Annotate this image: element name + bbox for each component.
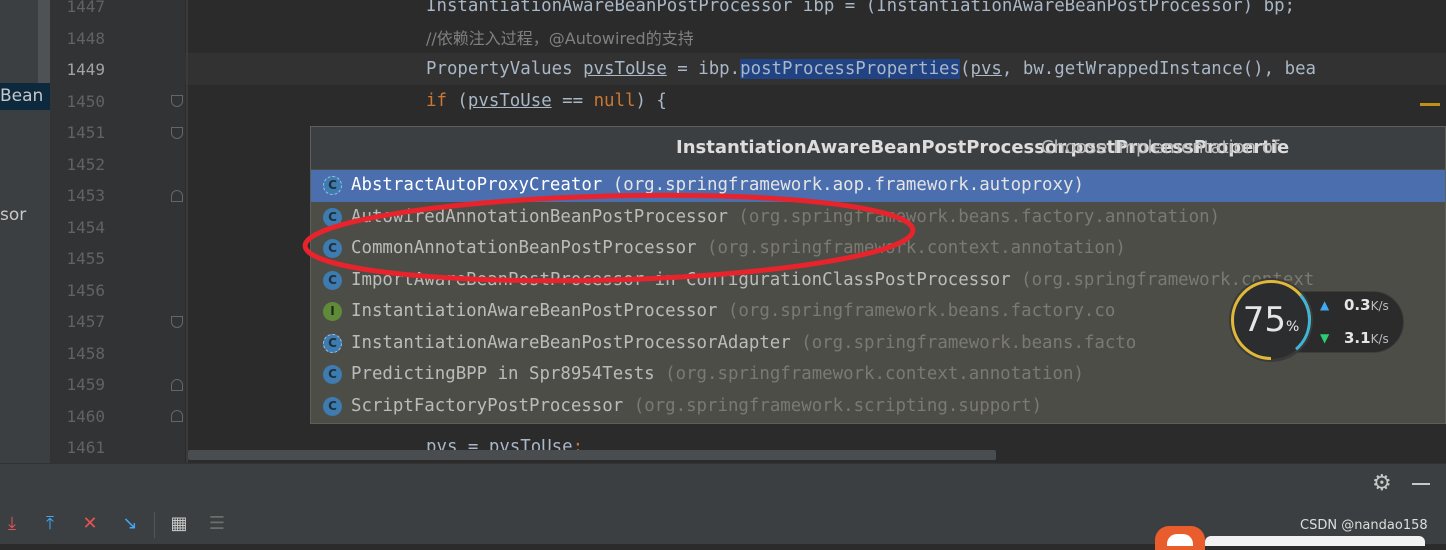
download-speed: 3.1K/s	[1344, 329, 1389, 347]
remove-breakpoint-icon[interactable]: ✕	[78, 512, 102, 536]
annotation-ellipse	[302, 192, 916, 284]
warning-marker[interactable]	[1420, 103, 1440, 106]
line-number-current: 1449	[66, 60, 105, 79]
upload-speed-value: 0.3	[1344, 296, 1371, 314]
line-number: 1453	[66, 186, 105, 205]
step-cursor-icon[interactable]: ↘	[118, 512, 142, 536]
implementation-package: (org.springframework.scripting.support)	[633, 395, 1043, 416]
code-token-keyword: null	[593, 90, 636, 111]
code-token: (	[960, 59, 971, 79]
implementation-package: (org.springframework.context.annotation)	[665, 364, 1084, 384]
abstract-class-icon: C	[323, 333, 342, 353]
indent-guide	[186, 0, 188, 463]
structure-item-sor[interactable]: sor	[0, 205, 26, 225]
csdn-logo-inner	[1167, 534, 1193, 546]
interface-icon: I	[323, 302, 342, 321]
upload-icon[interactable]: ⤒	[38, 512, 62, 536]
download-speed-value: 3.1	[1344, 329, 1371, 347]
code-line-1447[interactable]: InstantiationAwareBeanPostProcessor ibp …	[426, 0, 1295, 23]
line-number: 1460	[66, 406, 105, 426]
implementation-name: ScriptFactoryPostProcessor	[351, 395, 624, 416]
upload-speed: 0.3K/s	[1344, 296, 1389, 314]
cpu-percent: 75%	[1229, 278, 1313, 362]
fold-marker-icon[interactable]	[171, 379, 183, 391]
code-token-variable: pvs	[970, 59, 1002, 79]
code-token-variable: pvsToUse	[583, 59, 667, 79]
line-number: 1454	[66, 217, 105, 237]
popup-title-prefix: Choose Implementation of	[1041, 137, 1280, 158]
code-line-1448-comment[interactable]: //依赖注入过程，@Autowired的支持	[426, 23, 694, 55]
code-token: = ibp.	[666, 59, 741, 79]
code-token: PropertyValues	[426, 59, 584, 79]
code-line-1449[interactable]: PropertyValues pvsToUse = ibp.postProces…	[426, 54, 1316, 86]
implementation-name: PredictingBPP in Spr8954Tests	[351, 364, 655, 384]
structure-item-bean[interactable]: Bean	[0, 83, 50, 110]
implementation-item[interactable]: C ScriptFactoryPostProcessor (org.spring…	[311, 391, 1445, 423]
fold-marker-icon[interactable]	[171, 190, 183, 202]
cpu-percent-value: 75	[1242, 300, 1286, 340]
csdn-banner	[1205, 536, 1425, 546]
inner-class-icon: C	[323, 365, 342, 384]
download-arrow-icon: ▼	[1320, 331, 1330, 345]
class-icon: C	[323, 396, 342, 416]
code-token: ) {	[635, 90, 667, 111]
implementation-name: InstantiationAwareBeanPostProcessorAdapt…	[351, 332, 791, 353]
code-token-variable: pvsToUse	[467, 90, 552, 111]
horizontal-scrollbar[interactable]	[188, 450, 996, 460]
line-number: 1451	[66, 123, 105, 142]
minimize-icon[interactable]	[1412, 483, 1430, 485]
line-number: 1455	[66, 249, 105, 268]
implementation-package: (org.springframework.beans.facto	[801, 332, 1137, 353]
download-icon[interactable]: ⤓	[0, 512, 24, 536]
line-number: 1461	[66, 438, 105, 457]
code-token: , bw.getWrappedInstance(), bea	[1001, 59, 1317, 79]
structure-panel-scrollbar[interactable]	[38, 0, 50, 92]
cpu-percent-unit: %	[1285, 319, 1300, 335]
line-number: 1452	[66, 154, 105, 174]
code-line-1450[interactable]: if (pvsToUse == null) {	[426, 86, 667, 118]
code-token: ==	[551, 90, 594, 111]
implementation-package: (org.springframework.beans.factory.co	[727, 301, 1116, 321]
implementation-item[interactable]: C PredictingBPP in Spr8954Tests (org.spr…	[311, 359, 1445, 391]
upload-speed-unit: K/s	[1370, 299, 1389, 313]
line-number: 1456	[66, 280, 105, 300]
fold-marker-icon[interactable]	[171, 316, 183, 328]
download-speed-unit: K/s	[1370, 332, 1389, 346]
table-icon[interactable]: ▦	[167, 512, 191, 536]
line-number: 1458	[66, 343, 105, 363]
settings-list-icon[interactable]: ☰	[205, 512, 229, 536]
popup-title: Choose Implementation of InstantiationAw…	[311, 127, 1445, 169]
watermark: CSDN @nandao158	[1300, 518, 1428, 533]
fold-marker-icon[interactable]	[171, 127, 183, 139]
line-number: 1459	[66, 375, 105, 394]
code-token: (	[446, 90, 468, 111]
toolbar-separator	[154, 512, 155, 538]
line-number: 1450	[66, 91, 105, 111]
upload-arrow-icon: ▲	[1320, 298, 1330, 312]
gear-icon[interactable]: ⚙	[1372, 471, 1392, 496]
line-number: 1447	[66, 0, 105, 16]
implementation-name: InstantiationAwareBeanPostProcessor	[351, 301, 718, 321]
code-token-keyword: if	[426, 90, 447, 111]
fold-marker-icon[interactable]	[171, 95, 183, 107]
code-token-selected-method: postProcessProperties	[740, 59, 960, 79]
fold-marker-icon[interactable]	[171, 410, 183, 422]
line-number: 1457	[66, 312, 105, 331]
line-number: 1448	[66, 28, 105, 48]
